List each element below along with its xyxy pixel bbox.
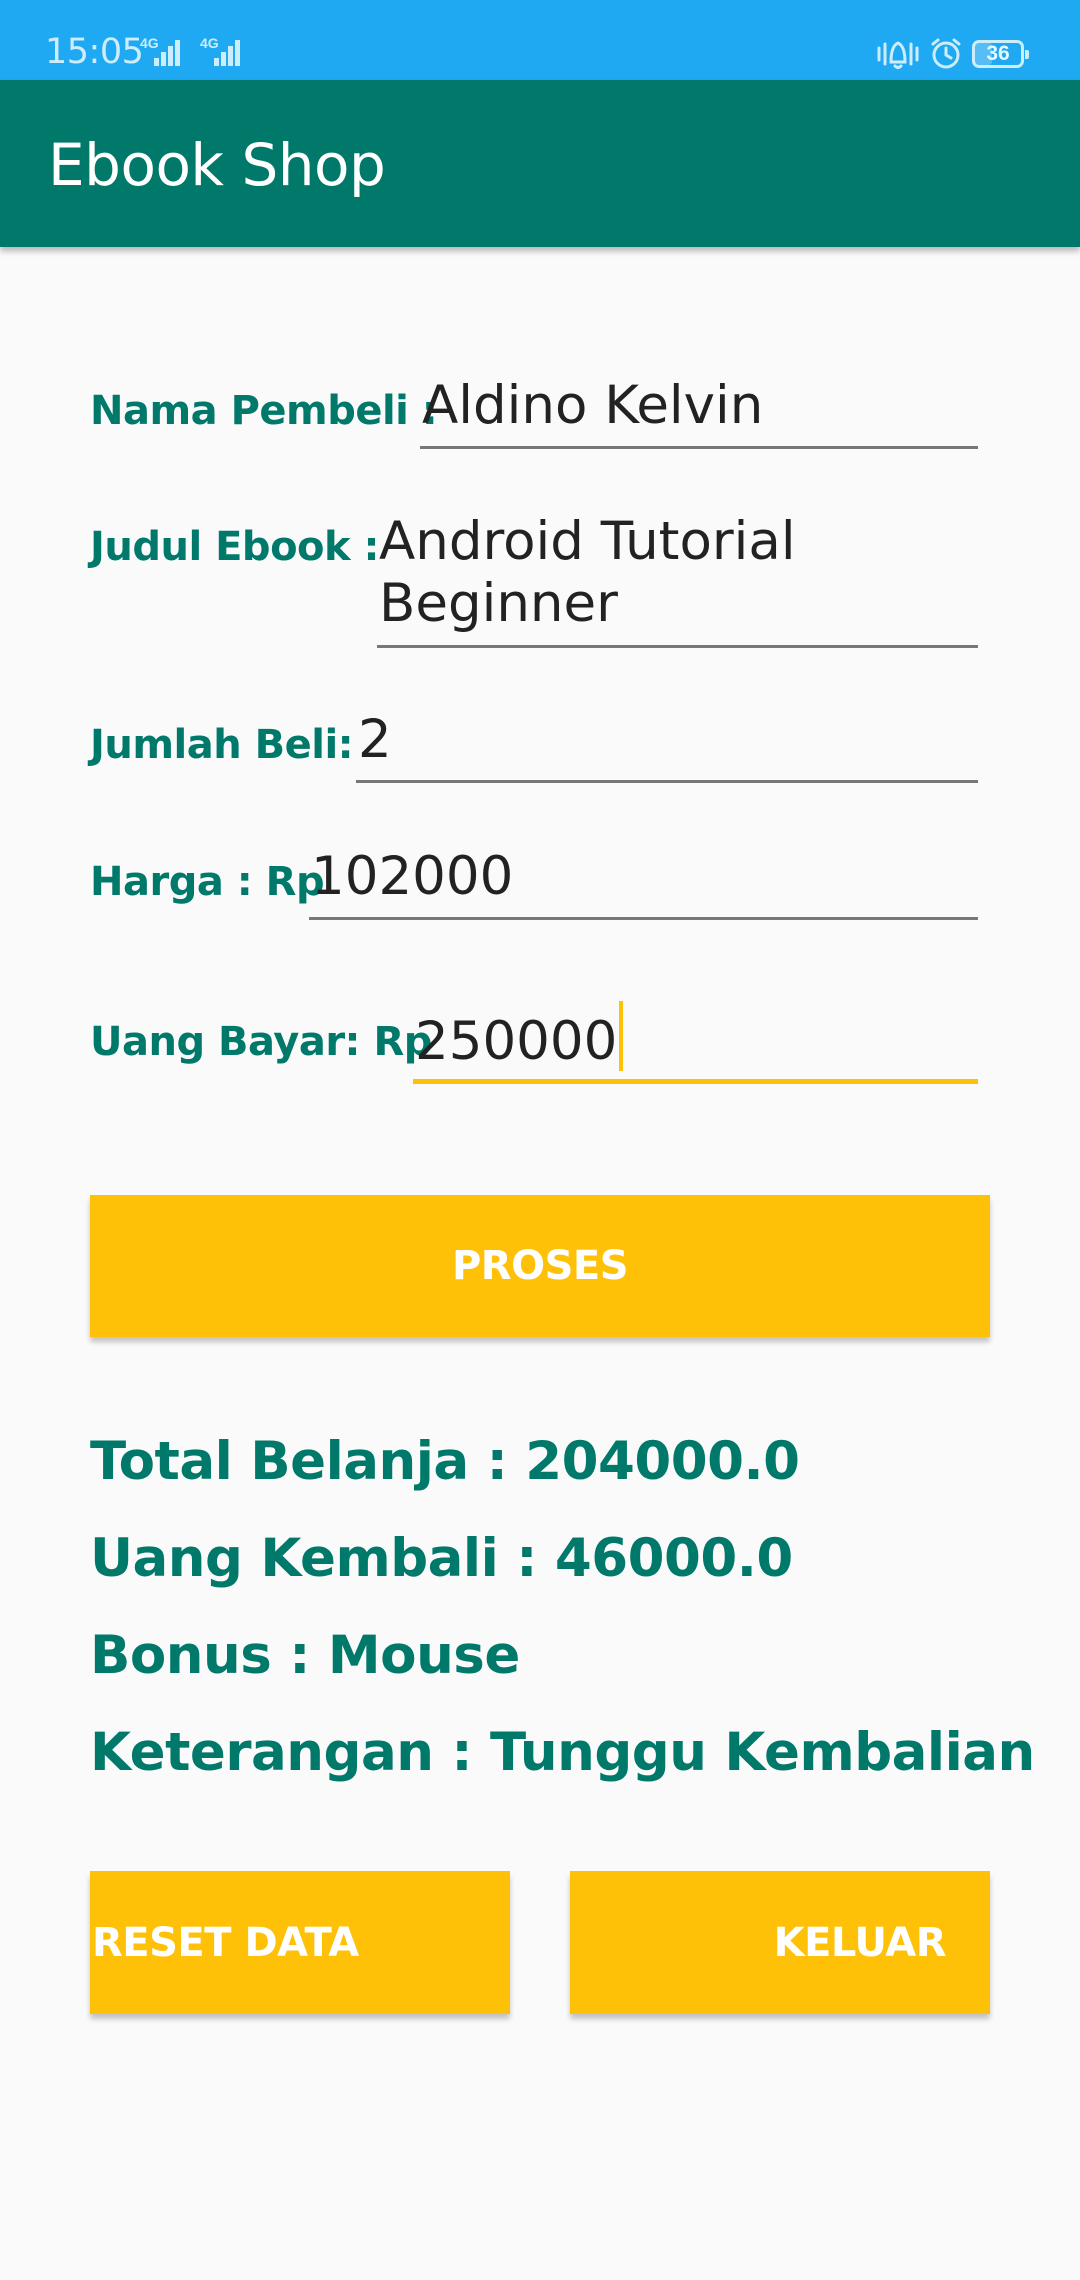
- signal-icon: 4G: [200, 30, 242, 70]
- jumlah-beli-input[interactable]: 2: [356, 709, 978, 783]
- uang-bayar-input[interactable]: 250000: [413, 1001, 978, 1084]
- nama-pembeli-input[interactable]: Aldino Kelvin: [420, 375, 978, 449]
- judul-ebook-input[interactable]: Android Tutorial Beginner: [377, 511, 978, 648]
- alarm-icon: [931, 38, 961, 69]
- keluar-button[interactable]: KELUAR: [570, 1871, 990, 2014]
- keluar-button-label: KELUAR: [773, 1919, 947, 1966]
- harga-input[interactable]: 102000: [309, 846, 978, 920]
- uang-kembali-text: Uang Kembali : 46000.0: [90, 1528, 793, 1589]
- battery-percentage: 36: [986, 42, 1010, 65]
- nama-pembeli-label: Nama Pembeli :: [90, 388, 438, 434]
- app-bar: Ebook Shop: [0, 80, 1080, 247]
- bonus-text: Bonus : Mouse: [90, 1625, 520, 1686]
- text-cursor: [619, 1001, 624, 1071]
- judul-ebook-label: Judul Ebook :: [90, 524, 380, 570]
- proses-button-label: PROSES: [451, 1243, 629, 1289]
- keterangan-text: Keterangan : Tunggu Kembalian: [90, 1722, 1035, 1783]
- reset-data-button[interactable]: RESET DATA: [90, 1871, 510, 2014]
- vibrate-icon: [877, 41, 919, 69]
- total-belanja-text: Total Belanja : 204000.0: [90, 1431, 800, 1492]
- battery-icon: 36: [972, 40, 1029, 68]
- proses-button[interactable]: PROSES: [90, 1195, 990, 1337]
- signal-icon: 4G: [140, 30, 182, 70]
- uang-bayar-label: Uang Bayar: Rp: [90, 1019, 432, 1065]
- jumlah-beli-label: Jumlah Beli:: [90, 722, 354, 768]
- uang-bayar-value: 250000: [415, 1011, 618, 1072]
- status-time: 15:05: [45, 32, 144, 72]
- reset-data-button-label: RESET DATA: [92, 1919, 359, 1966]
- harga-label: Harga : Rp: [90, 859, 325, 905]
- status-bar: 15:05 4G 4G 36: [0, 0, 1080, 80]
- app-title: Ebook Shop: [48, 131, 386, 199]
